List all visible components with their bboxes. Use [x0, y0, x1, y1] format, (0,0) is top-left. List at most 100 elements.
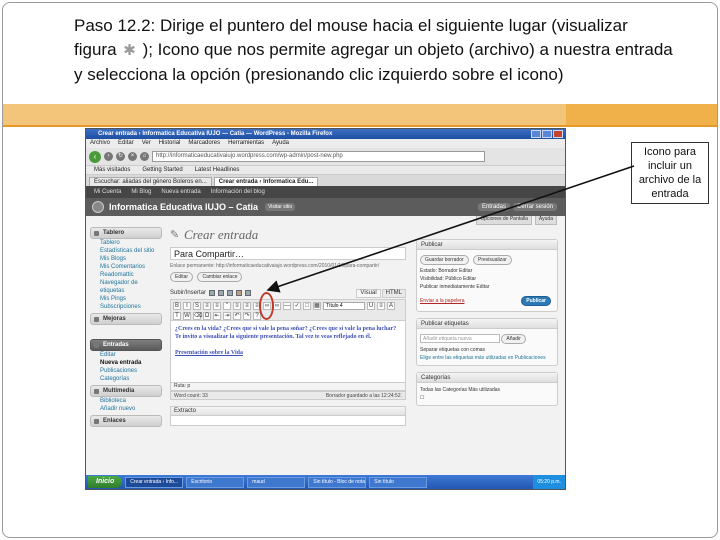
- logout-button[interactable]: Cerrar sesión: [512, 203, 557, 211]
- blockquote-icon[interactable]: ": [223, 302, 231, 310]
- sidebar-item-anadir-nuevo[interactable]: Añadir nuevo: [100, 405, 162, 413]
- add-audio-icon[interactable]: [227, 290, 234, 296]
- align-left-icon[interactable]: ≡: [233, 302, 241, 310]
- sidebar-enlaces[interactable]: Enlaces: [90, 415, 162, 427]
- spellcheck-icon[interactable]: ✓: [293, 302, 301, 310]
- sidebar-item-my-comments[interactable]: Mis Comentarios: [100, 263, 162, 271]
- bookmark-most-visited[interactable]: Más visitados: [94, 166, 130, 174]
- add-media-file-icon[interactable]: [236, 290, 243, 296]
- permalink-edit-button[interactable]: Editar: [170, 272, 194, 282]
- publish-header[interactable]: Publicar: [417, 240, 557, 250]
- reload-icon[interactable]: ↻: [116, 152, 125, 161]
- save-draft-button[interactable]: Guardar borrador: [420, 255, 469, 265]
- numbered-list-icon[interactable]: ≡: [213, 302, 221, 310]
- categories-tabs[interactable]: Todas las Categorías Más utilizadas: [420, 386, 554, 394]
- fullscreen-icon[interactable]: □: [303, 302, 311, 310]
- home-icon[interactable]: ⌂: [140, 152, 149, 161]
- start-button[interactable]: Inicio: [88, 476, 123, 488]
- post-content-editor[interactable]: ¿Crees en la vida? ¿Crees que si vale la…: [170, 321, 406, 383]
- sidebar-entradas[interactable]: Entradas: [90, 339, 162, 351]
- admin-new-post[interactable]: Nueva entrada: [161, 186, 200, 198]
- stop-icon[interactable]: ×: [128, 152, 137, 161]
- task-firefox[interactable]: Crear entrada ‹ Info...: [125, 476, 184, 488]
- paste-word-icon[interactable]: W: [183, 312, 191, 320]
- sidebar-item-stats[interactable]: Estadísticas del sitio: [100, 247, 162, 255]
- outdent-icon[interactable]: ⇤: [213, 312, 221, 320]
- sidebar-item-my-pings[interactable]: Mis Pings: [100, 295, 162, 303]
- task-maud[interactable]: maud: [247, 476, 306, 488]
- text-color-icon[interactable]: A: [387, 302, 395, 310]
- back-icon[interactable]: ‹: [89, 150, 101, 163]
- sidebar-item-readomattic[interactable]: Readomattic: [100, 271, 162, 279]
- add-image-icon[interactable]: [209, 290, 216, 296]
- strikethrough-icon[interactable]: S: [193, 302, 201, 310]
- move-to-trash-link[interactable]: Enviar a la papelera: [420, 297, 464, 305]
- unlink-icon[interactable]: ∞: [273, 302, 281, 310]
- permalink-change-button[interactable]: Cambiar enlace: [197, 272, 243, 282]
- post-title-input[interactable]: Para Compartir…: [170, 247, 406, 260]
- category-checkbox[interactable]: ☐: [420, 394, 554, 402]
- menu-archivo[interactable]: Archivo: [90, 139, 110, 148]
- admin-blog-info[interactable]: Información del blog: [211, 186, 265, 198]
- menu-editar[interactable]: Editar: [118, 139, 134, 148]
- undo-icon[interactable]: ↶: [233, 312, 241, 320]
- tab-visual[interactable]: Visual: [356, 288, 381, 298]
- preview-button[interactable]: Previsualizar: [473, 255, 512, 265]
- extract-header[interactable]: Extracto: [171, 407, 405, 416]
- sidebar-mejoras[interactable]: Mejoras: [90, 313, 162, 325]
- menu-ayuda[interactable]: Ayuda: [272, 139, 289, 148]
- justify-icon[interactable]: ≡: [377, 302, 385, 310]
- italic-icon[interactable]: I: [183, 302, 191, 310]
- bookmark-latest-headlines[interactable]: Latest Headlines: [195, 166, 240, 174]
- add-poll-icon[interactable]: [245, 290, 252, 296]
- sidebar-multimedia[interactable]: Multimedia: [90, 385, 162, 397]
- bullet-list-icon[interactable]: ≡: [203, 302, 211, 310]
- menu-marcadores[interactable]: Marcadores: [188, 139, 220, 148]
- special-char-icon[interactable]: Ω: [203, 312, 211, 320]
- clear-format-icon[interactable]: ⌫: [193, 312, 202, 320]
- paste-text-icon[interactable]: T: [173, 312, 181, 320]
- format-select[interactable]: Título 4: [323, 302, 365, 310]
- choose-tags-link[interactable]: Elige entre las etiquetas más utilizadas…: [420, 354, 554, 362]
- sidebar-item-tag-surfer[interactable]: Navegador de etiquetas: [100, 279, 162, 295]
- close-icon[interactable]: [553, 130, 563, 138]
- help-button[interactable]: Ayuda: [534, 216, 557, 225]
- admin-my-account[interactable]: Mi Cuenta: [94, 186, 121, 198]
- add-tag-button[interactable]: Añadir: [501, 334, 526, 344]
- align-center-icon[interactable]: ≡: [243, 302, 251, 310]
- visit-site-button[interactable]: Visitar sitio: [265, 203, 296, 211]
- sidebar-item-editar[interactable]: Editar: [100, 351, 162, 359]
- sidebar-item-publicaciones[interactable]: Publicaciones: [100, 367, 162, 375]
- task-escritorio[interactable]: Escritorio: [186, 476, 245, 488]
- tags-header[interactable]: Publicar etiquetas: [417, 319, 557, 329]
- redo-icon[interactable]: ↷: [243, 312, 251, 320]
- screen-options-button[interactable]: Opciones de Pantalla: [476, 216, 532, 225]
- categories-header[interactable]: Categorías: [417, 373, 557, 383]
- sidebar-item-categorias[interactable]: Categorías: [100, 375, 162, 383]
- tab-html[interactable]: HTML: [381, 288, 406, 298]
- indent-icon[interactable]: ⇥: [223, 312, 231, 320]
- menu-herramientas[interactable]: Herramientas: [228, 139, 264, 148]
- minimize-icon[interactable]: [531, 130, 541, 138]
- sidebar-item-tablero[interactable]: Tablero: [100, 239, 162, 247]
- underline-icon[interactable]: U: [367, 302, 375, 310]
- forward-icon[interactable]: ›: [104, 152, 113, 161]
- sidebar-item-subscriptions[interactable]: Subscripciones: [100, 303, 162, 311]
- new-tag-input[interactable]: Añadir etiqueta nueva: [420, 334, 500, 343]
- entries-dropdown[interactable]: Entradas: [477, 203, 510, 211]
- task-sin-titulo[interactable]: Sin título: [369, 476, 428, 488]
- more-tag-icon[interactable]: —: [283, 302, 291, 310]
- admin-my-blog[interactable]: Mi Blog: [131, 186, 151, 198]
- url-bar[interactable]: http://informaticaeducativaiujo.wordpres…: [152, 151, 485, 162]
- task-notepad[interactable]: Sin título - Bloc de notas: [308, 476, 367, 488]
- sidebar-item-nueva-entrada[interactable]: Nueva entrada: [100, 359, 162, 367]
- tab-crear-entrada[interactable]: Crear entrada ‹ Informatica Edu...: [213, 177, 319, 186]
- bold-icon[interactable]: B: [173, 302, 181, 310]
- menu-historial[interactable]: Historial: [159, 139, 181, 148]
- sidebar-item-biblioteca[interactable]: Biblioteca: [100, 397, 162, 405]
- publish-button[interactable]: Publicar: [521, 296, 551, 306]
- add-video-icon[interactable]: [218, 290, 225, 296]
- bookmark-getting-started[interactable]: Getting Started: [142, 166, 182, 174]
- tab-escuchar[interactable]: Escuchar: aliadas del género Boleros en.…: [89, 177, 212, 186]
- sidebar-item-my-blogs[interactable]: Mis Blogs: [100, 255, 162, 263]
